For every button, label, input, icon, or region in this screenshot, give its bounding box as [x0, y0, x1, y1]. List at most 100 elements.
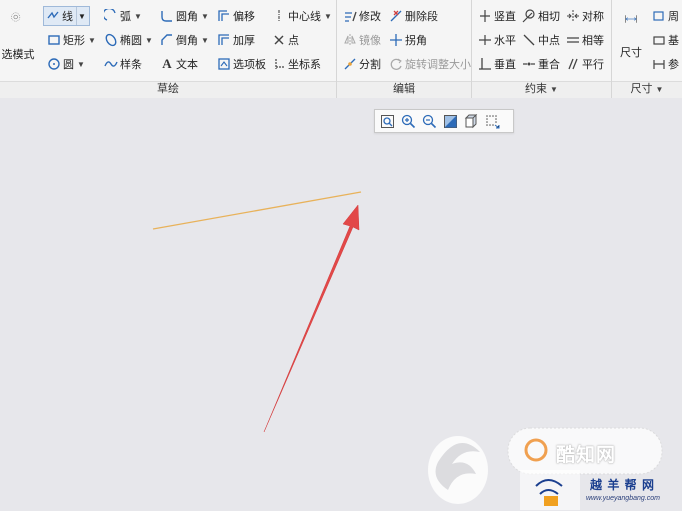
offset-button[interactable]: 偏移: [215, 6, 257, 26]
centerline-label: 中心线: [288, 11, 321, 23]
fillet-dropdown-icon[interactable]: ▼: [201, 12, 209, 21]
tangent-button[interactable]: 相切: [520, 6, 562, 26]
horizontal-label: 水平: [494, 35, 516, 47]
arc-icon: [104, 9, 118, 23]
offset-label: 偏移: [233, 11, 255, 23]
rectangle-button[interactable]: 矩形 ▼: [45, 30, 98, 50]
text-icon: A: [162, 56, 172, 71]
mirror-icon: [343, 33, 357, 47]
reference-button[interactable]: 参: [650, 54, 681, 74]
point-button[interactable]: 点: [270, 30, 301, 50]
rectangle-dropdown-icon[interactable]: ▼: [88, 36, 96, 45]
reference-icon: [652, 57, 666, 71]
horizontal-button[interactable]: 水平: [476, 30, 518, 50]
ellipse-dropdown-icon[interactable]: ▼: [145, 36, 153, 45]
centerline-icon: [272, 9, 286, 23]
coincident-button[interactable]: 重合: [520, 54, 562, 74]
base-button[interactable]: 基: [650, 30, 681, 50]
modify-label: 修改: [359, 11, 381, 23]
vertical-button[interactable]: 竖直: [476, 6, 518, 26]
spline-button[interactable]: 样条: [102, 54, 144, 74]
coord-system-button[interactable]: 坐标系: [270, 54, 323, 74]
vertical-label: 竖直: [494, 11, 516, 23]
perpendicular-icon: [478, 57, 492, 71]
coincident-icon: [522, 57, 536, 71]
corner-label: 拐角: [405, 35, 427, 47]
arc-dropdown-icon[interactable]: ▼: [134, 12, 142, 21]
thicken-label: 加厚: [233, 35, 255, 47]
dimension-group: 尺寸 周 基 参 尺寸 ▼: [612, 0, 682, 98]
parallel-button[interactable]: 平行: [564, 54, 606, 74]
chamfer-label: 倒角: [176, 35, 198, 47]
coincident-label: 重合: [538, 59, 560, 71]
fillet-label: 圆角: [176, 11, 198, 23]
corner-button[interactable]: 拐角: [387, 30, 429, 50]
constrain-dropdown-icon: ▼: [550, 85, 558, 94]
rectangle-icon: [47, 33, 61, 47]
vertical-icon: [478, 9, 492, 23]
sketch-group-label: 草绘: [157, 83, 179, 95]
divide-label: 分割: [359, 59, 381, 71]
midpoint-button[interactable]: 中点: [520, 30, 562, 50]
chamfer-dropdown-icon[interactable]: ▼: [201, 36, 209, 45]
divide-icon: [343, 57, 357, 71]
chamfer-button[interactable]: 倒角 ▼: [158, 30, 211, 50]
mirror-label: 镜像: [359, 35, 381, 47]
parallel-icon: [566, 57, 580, 71]
perpendicular-button[interactable]: 垂直: [476, 54, 518, 74]
text-button[interactable]: A 文本: [158, 54, 200, 74]
arc-button[interactable]: 弧 ▼: [102, 6, 144, 26]
centerline-button[interactable]: 中心线 ▼: [270, 6, 334, 26]
constrain-group-label[interactable]: 约束 ▼: [472, 82, 611, 96]
refit-icon[interactable]: [379, 113, 396, 130]
rotate-resize-icon: [389, 57, 403, 71]
mirror-button[interactable]: 镜像: [341, 30, 383, 50]
ellipse-icon: [104, 33, 118, 47]
rotate-resize-button[interactable]: 旋转调整大小: [387, 54, 473, 74]
circle-button[interactable]: 圆 ▼: [45, 54, 87, 74]
palette-icon: [217, 57, 231, 71]
offset-icon: [217, 9, 231, 23]
coord-system-icon: [272, 57, 286, 71]
equal-button[interactable]: 相等: [564, 30, 606, 50]
point-label: 点: [288, 35, 299, 47]
corner-icon: [389, 33, 403, 47]
line-button[interactable]: 线 ▼: [43, 6, 90, 26]
repaint-icon[interactable]: [442, 113, 459, 130]
base-label: 基: [668, 35, 679, 47]
centerline-dropdown-icon[interactable]: ▼: [324, 12, 332, 21]
thicken-button[interactable]: 加厚: [215, 30, 257, 50]
equal-icon: [566, 33, 580, 47]
delete-segment-button[interactable]: 删除段: [387, 6, 440, 26]
coord-system-label: 坐标系: [288, 59, 321, 71]
divide-button[interactable]: 分割: [341, 54, 383, 74]
symmetric-icon: [566, 9, 580, 23]
perimeter-label: 周: [668, 11, 679, 23]
zoom-out-icon[interactable]: [421, 113, 438, 130]
watermark-title: 酷知网: [556, 445, 617, 466]
reference-label: 参: [668, 59, 679, 71]
circle-dropdown-icon[interactable]: ▼: [77, 60, 85, 69]
sketch-display-filter-icon[interactable]: [484, 113, 501, 130]
symmetric-button[interactable]: 对称: [564, 6, 606, 26]
perimeter-button[interactable]: 周: [650, 6, 681, 26]
fillet-icon: [160, 9, 174, 23]
dimension-group-label[interactable]: 尺寸 ▼: [612, 82, 682, 96]
ellipse-button[interactable]: 椭圆 ▼: [102, 30, 155, 50]
tangent-icon: [522, 9, 536, 23]
fillet-button[interactable]: 圆角 ▼: [158, 6, 211, 26]
dimension-button[interactable]: 尺寸: [614, 8, 648, 60]
select-mode-label: 选模式: [1, 49, 35, 61]
constrain-group: 竖直 相切 对称 水平 中点 相等 垂直 重合 平行 约束 ▼: [472, 0, 612, 98]
display-style-icon[interactable]: [463, 113, 480, 130]
zoom-in-icon[interactable]: [400, 113, 417, 130]
line-dropdown-icon[interactable]: ▼: [76, 7, 87, 25]
watermark-url: www.yueyangbang.com: [586, 495, 660, 502]
constrain-group-label-text: 约束: [525, 83, 548, 95]
select-mode-button[interactable]: 选模式: [0, 2, 36, 62]
rotate-resize-label: 旋转调整大小: [405, 59, 471, 71]
line-label: 线: [62, 11, 73, 23]
point-icon: [272, 33, 286, 47]
palette-button[interactable]: 选项板: [215, 54, 268, 74]
modify-button[interactable]: 修改: [341, 6, 383, 26]
